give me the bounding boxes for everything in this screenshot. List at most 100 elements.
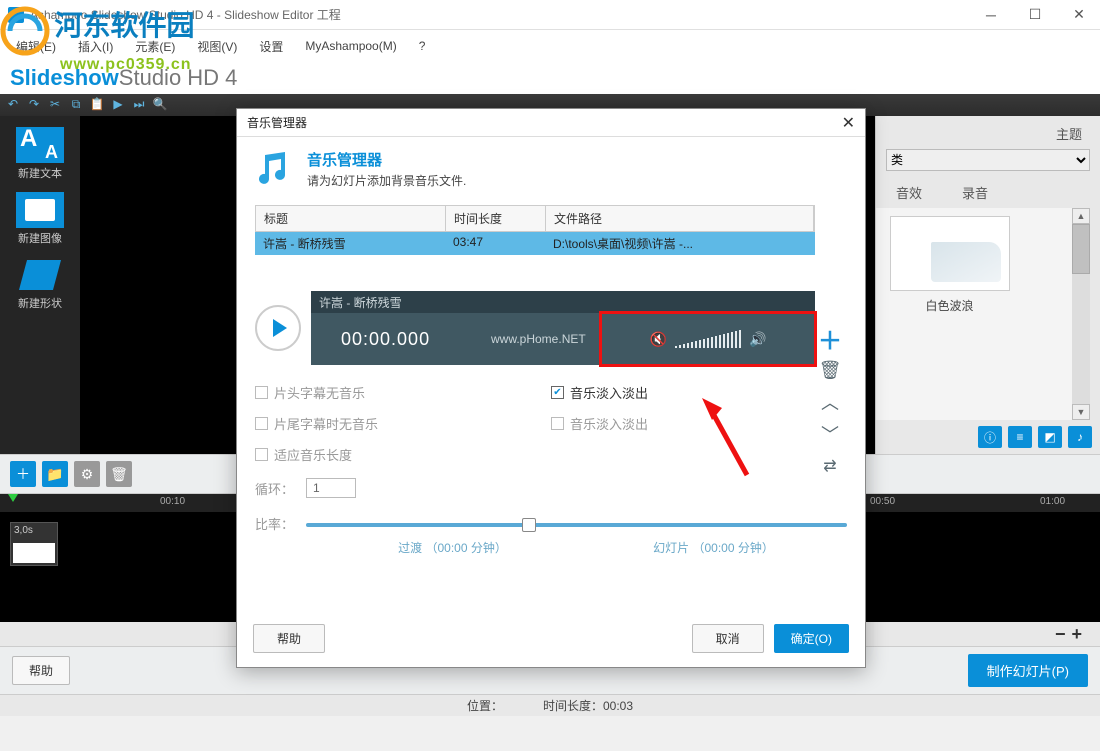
chk-tail-no-music[interactable]: 片尾字幕时无音乐 xyxy=(255,414,551,433)
brand-text: SlideshowStudio HD 4 xyxy=(10,65,237,91)
music-button[interactable]: ♪ xyxy=(1068,426,1092,448)
th-title[interactable]: 标题 xyxy=(256,206,446,231)
ratio-slider[interactable] xyxy=(306,523,847,527)
playback-time: 00:00.000 xyxy=(311,329,430,350)
settings-clip-button[interactable]: ⚙ xyxy=(74,461,100,487)
dialog-title: 音乐管理器 xyxy=(247,114,307,131)
volume-icon[interactable]: 🔊 xyxy=(749,331,766,348)
music-icon xyxy=(251,147,295,191)
player-watermark: www.pHome.NET xyxy=(491,332,586,346)
now-playing: 许嵩 - 断桥残雪 xyxy=(311,291,815,313)
table-row[interactable]: 许嵩 - 断桥残雪 03:47 D:\tools\桌面\视频\许嵩 -... xyxy=(255,232,815,255)
move-up-button[interactable]: ︿ xyxy=(819,391,841,413)
menu-insert[interactable]: 插入(I) xyxy=(70,35,121,58)
chk-fade[interactable]: ✔音乐淡入淡出 xyxy=(551,383,847,402)
contrast-button[interactable]: ◩ xyxy=(1038,426,1062,448)
add-folder-button[interactable]: 📁 xyxy=(42,461,68,487)
shuffle-button[interactable]: ⇄ xyxy=(819,455,841,477)
next-icon[interactable]: ⏭ xyxy=(131,97,147,113)
scroll-down-icon[interactable]: ▼ xyxy=(1072,404,1090,420)
info-button[interactable]: ⓘ xyxy=(978,426,1002,448)
theme-thumb[interactable]: 白色波浪 xyxy=(882,216,1017,412)
cancel-button[interactable]: 取消 xyxy=(692,624,764,653)
menu-view[interactable]: 视图(V) xyxy=(189,35,245,58)
playhead-icon[interactable] xyxy=(8,494,18,502)
zoom-out-button[interactable]: − xyxy=(1055,624,1066,645)
menu-myashampoo[interactable]: MyAshampoo(M) xyxy=(297,36,404,56)
new-image-button[interactable]: 新建图像 xyxy=(8,189,73,250)
shape-icon xyxy=(16,257,64,293)
ruler-mark: 00:10 xyxy=(160,496,185,507)
th-duration[interactable]: 时间长度 xyxy=(446,206,546,231)
mute-icon[interactable]: 🔇 xyxy=(650,331,667,348)
play-icon xyxy=(273,319,287,337)
chk-fit-length[interactable]: 适应音乐长度 xyxy=(255,445,551,464)
image-icon xyxy=(16,192,64,228)
row-duration: 03:47 xyxy=(445,232,545,255)
status-pos-label: 位置： xyxy=(467,697,503,714)
titlebar: Ashampoo Slideshow Studio HD 4 - Slidesh… xyxy=(0,0,1100,30)
loop-input[interactable] xyxy=(306,478,356,498)
menu-help[interactable]: ? xyxy=(411,36,434,56)
help-button[interactable]: 帮助 xyxy=(12,656,70,685)
remove-music-button[interactable]: 🗑 xyxy=(819,359,841,381)
category-select[interactable]: 类 xyxy=(886,149,1090,171)
tab-soundfx[interactable]: 音效 xyxy=(896,183,922,202)
dialog-help-button[interactable]: 帮助 xyxy=(253,624,325,653)
music-player: 许嵩 - 断桥残雪 00:00.000 www.pHome.NET 🔇 🔊 xyxy=(255,291,815,365)
dialog-head-sub: 请为幻灯片添加背景音乐文件. xyxy=(307,172,466,189)
new-shape-button[interactable]: 新建形状 xyxy=(8,254,73,315)
zoom-in-button[interactable]: + xyxy=(1071,624,1082,645)
menu-element[interactable]: 元素(E) xyxy=(127,35,183,58)
redo-icon[interactable]: ↷ xyxy=(26,97,42,113)
row-path: D:\tools\桌面\视频\许嵩 -... xyxy=(545,232,815,255)
menu-settings[interactable]: 设置 xyxy=(251,35,291,58)
zoom-icon[interactable]: 🔍 xyxy=(152,97,168,113)
chk-fade2[interactable]: 音乐淡入淡出 xyxy=(551,414,847,433)
brand-strip: SlideshowStudio HD 4 xyxy=(0,62,1100,94)
row-title: 许嵩 - 断桥残雪 xyxy=(255,232,445,255)
app-icon xyxy=(8,7,24,23)
th-path[interactable]: 文件路径 xyxy=(546,206,814,231)
loop-label: 循环： xyxy=(255,479,294,498)
ruler-mark: 01:00 xyxy=(1040,496,1065,507)
maximize-button[interactable]: ☐ xyxy=(1022,5,1048,25)
timeline-clip[interactable]: 3,0s xyxy=(10,522,58,566)
paste-icon[interactable]: 📋 xyxy=(89,97,105,113)
rp-scrollbar[interactable]: ▲ ▼ xyxy=(1072,208,1090,420)
ratio-right: 幻灯片 （00:00 分钟） xyxy=(653,539,774,556)
theme-thumb-image xyxy=(890,216,1010,291)
add-music-button[interactable]: ＋ xyxy=(819,327,841,349)
minimize-button[interactable]: ─ xyxy=(978,5,1004,25)
copy-icon[interactable]: ⧉ xyxy=(68,97,84,113)
cut-icon[interactable]: ✂ xyxy=(47,97,63,113)
window-title: Ashampoo Slideshow Studio HD 4 - Slidesh… xyxy=(30,6,978,23)
music-manager-dialog: 音乐管理器 ✕ 音乐管理器 请为幻灯片添加背景音乐文件. 标题 时间长度 文件路… xyxy=(236,108,866,668)
undo-icon[interactable]: ↶ xyxy=(5,97,21,113)
new-shape-label: 新建形状 xyxy=(8,295,73,311)
move-down-button[interactable]: ﹀ xyxy=(819,423,841,445)
dialog-close-button[interactable]: ✕ xyxy=(842,113,855,133)
menu-edit[interactable]: 编辑(E) xyxy=(8,35,64,58)
add-clip-button[interactable]: ＋ xyxy=(10,461,36,487)
new-text-button[interactable]: 新建文本 xyxy=(8,124,73,185)
scroll-thumb[interactable] xyxy=(1072,224,1090,274)
scroll-up-icon[interactable]: ▲ xyxy=(1072,208,1090,224)
delete-clip-button[interactable]: 🗑 xyxy=(106,461,132,487)
rp-title: 主题 xyxy=(1056,124,1082,143)
tab-record[interactable]: 录音 xyxy=(962,183,988,202)
clip-thumb xyxy=(13,543,55,563)
theme-thumb-name: 白色波浪 xyxy=(882,297,1017,314)
clip-duration: 3,0s xyxy=(14,525,33,536)
chk-head-no-music[interactable]: 片头字幕无音乐 xyxy=(255,383,551,402)
make-slideshow-button[interactable]: 制作幻灯片(P) xyxy=(968,654,1088,687)
menubar: 编辑(E) 插入(I) 元素(E) 视图(V) 设置 MyAshampoo(M)… xyxy=(0,30,1100,62)
ratio-label: 比率： xyxy=(255,514,294,533)
dialog-head-title: 音乐管理器 xyxy=(307,149,466,170)
play-icon[interactable]: ▶ xyxy=(110,97,126,113)
volume-slider[interactable] xyxy=(675,330,741,348)
close-button[interactable]: ✕ xyxy=(1066,5,1092,25)
ok-button[interactable]: 确定(O) xyxy=(774,624,849,653)
list-button[interactable]: ≡ xyxy=(1008,426,1032,448)
play-button[interactable] xyxy=(255,305,301,351)
